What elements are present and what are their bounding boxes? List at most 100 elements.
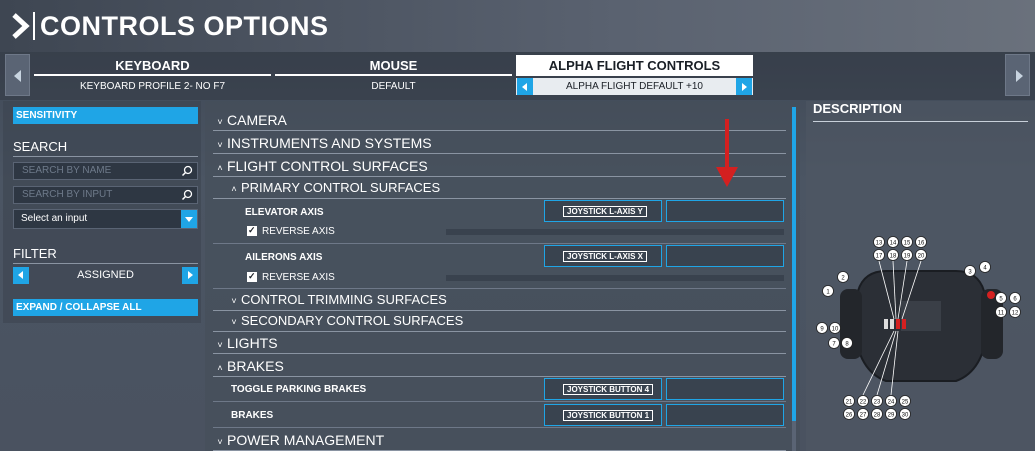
filter-prev-button[interactable] [13, 267, 29, 284]
subcategory-trimming[interactable]: ˅ CONTROL TRIMMING SURFACES [213, 289, 786, 311]
page-header: CONTROLS OPTIONS [0, 0, 1035, 52]
binding-row-elevator: ELEVATOR AXIS JOYSTICK L-AXIS Y ✓ REVERS… [213, 199, 786, 244]
list-scroll-track[interactable] [792, 421, 796, 451]
category-label: FLIGHT CONTROL SURFACES [227, 158, 428, 174]
callout-number: 10 [832, 327, 839, 333]
list-scrollbar[interactable] [792, 107, 796, 421]
select-input-dropdown[interactable]: Select an input [13, 209, 198, 229]
category-lights[interactable]: ˅ LIGHTS [213, 332, 786, 354]
binding-slot-primary[interactable]: JOYSTICK L-AXIS Y [544, 200, 662, 222]
back-chevron-icon[interactable] [10, 12, 32, 40]
left-panel: SENSITIVITY SEARCH SEARCH BY NAME SEARCH… [3, 101, 201, 323]
description-divider [813, 121, 1028, 122]
subcategory-primary[interactable]: ˄ PRIMARY CONTROL SURFACES [213, 177, 786, 199]
page-title: CONTROLS OPTIONS [40, 11, 329, 41]
binding-label: ELEVATOR AXIS [245, 207, 324, 218]
tab-keyboard-profile: KEYBOARD PROFILE 2- NO F7 [79, 81, 226, 92]
binding-row-ailerons: AILERONS AXIS JOYSTICK L-AXIS X ✓ REVERS… [213, 244, 786, 289]
callout-number: 15 [904, 241, 911, 247]
chevron-up-icon: ˄ [217, 163, 223, 173]
binding-slot-secondary[interactable] [666, 200, 784, 222]
device-prev-button[interactable] [5, 54, 30, 96]
subcategory-label: PRIMARY CONTROL SURFACES [241, 180, 441, 195]
tab-mouse[interactable]: MOUSE DEFAULT [275, 55, 512, 95]
binding-slot-primary[interactable]: JOYSTICK L-AXIS X [544, 245, 662, 267]
chevron-right-icon [742, 83, 747, 91]
category-camera[interactable]: ˅ CAMERA [213, 109, 786, 131]
select-input-value: Select an input [21, 213, 88, 224]
chevron-left-icon [522, 83, 527, 91]
callout-number: 29 [888, 413, 895, 419]
chevron-down-icon: ˅ [217, 117, 223, 127]
binding-label: BRAKES [231, 410, 274, 421]
reverse-axis-checkbox[interactable]: ✓ [247, 225, 257, 236]
subcategory-label: CONTROL TRIMMING SURFACES [241, 292, 447, 307]
subcategory-secondary[interactable]: ˅ SECONDARY CONTROL SURFACES [213, 310, 786, 332]
callout-number: 27 [860, 413, 867, 419]
input-tag: JOYSTICK BUTTON 4 [563, 384, 654, 395]
search-icon [181, 165, 193, 177]
category-instruments[interactable]: ˅ INSTRUMENTS AND SYSTEMS [213, 132, 786, 154]
profile-next-button[interactable] [736, 78, 752, 95]
binding-label: TOGGLE PARKING BRAKES [231, 384, 367, 395]
binding-slot-primary[interactable]: JOYSTICK BUTTON 4 [544, 378, 662, 400]
chevron-right-icon [1016, 70, 1023, 82]
category-brakes[interactable]: ˄ BRAKES [213, 355, 786, 377]
device-next-button[interactable] [1005, 54, 1030, 96]
description-title: DESCRIPTION [813, 101, 902, 116]
input-tag: JOYSTICK L-AXIS X [563, 251, 648, 262]
callout-number: 20 [918, 254, 925, 260]
search-title: SEARCH [13, 139, 68, 154]
filter-title: FILTER [13, 246, 57, 261]
bindings-list: ˅ CAMERA ˅ INSTRUMENTS AND SYSTEMS ˄ FLIGHT… [205, 101, 800, 451]
tab-alpha-flight-controls[interactable]: ALPHA FLIGHT CONTROLS ALPHA FLIGHT DEFAU… [516, 55, 753, 95]
expand-collapse-all-button[interactable]: EXPAND / COLLAPSE ALL [13, 299, 198, 316]
callout-number: 11 [998, 311, 1005, 317]
yoke-red-button [987, 291, 995, 299]
filter-divider [13, 263, 198, 264]
callout-number: 22 [860, 400, 867, 406]
binding-slot-secondary[interactable] [666, 245, 784, 267]
binding-slot-secondary[interactable] [666, 378, 784, 400]
chevron-down-icon: ˅ [231, 296, 237, 306]
filter-selector: ASSIGNED [13, 267, 198, 284]
callout-number: 19 [904, 254, 911, 260]
category-flight-control-surfaces[interactable]: ˄ FLIGHT CONTROL SURFACES [213, 155, 786, 177]
filter-next-button[interactable] [182, 267, 198, 284]
reverse-axis-label: REVERSE AXIS [262, 226, 335, 237]
tab-keyboard[interactable]: KEYBOARD KEYBOARD PROFILE 2- NO F7 [34, 55, 271, 95]
search-by-input-placeholder: SEARCH BY INPUT [22, 189, 113, 200]
callout-number: 21 [846, 400, 853, 406]
checkmark-icon: ✓ [248, 271, 256, 281]
yoke-diagram: 12345 67 89 1011 1213 14 15 1617 18 19 2021 22 23 24 2… [816, 236, 1021, 420]
callout-number: 14 [890, 241, 897, 247]
category-label: LIGHTS [227, 335, 278, 351]
binding-label: AILERONS AXIS [245, 252, 323, 263]
description-panel: DESCRIPTION 1 2 3 4 5 6 7 8 9 10 11 12 13 14 15 16 17 18 1… [806, 101, 1035, 451]
filter-value: ASSIGNED [77, 269, 134, 281]
category-power-management[interactable]: ˅ POWER MANAGEMENT [213, 429, 786, 451]
callout-number: 26 [846, 413, 853, 419]
chevron-down-icon: ˅ [217, 437, 223, 447]
chevron-down-icon: ˅ [217, 340, 223, 350]
search-by-input-input[interactable]: SEARCH BY INPUT [13, 186, 198, 204]
tab-mouse-name: MOUSE [275, 55, 512, 76]
chevron-left-icon [14, 70, 21, 82]
callout-number: 12 [1012, 311, 1019, 317]
sensitivity-button[interactable]: SENSITIVITY [13, 107, 198, 124]
binding-slot-secondary[interactable] [666, 404, 784, 426]
header-divider [33, 12, 35, 40]
callout-number: 24 [888, 400, 895, 406]
binding-slot-primary[interactable]: JOYSTICK BUTTON 1 [544, 404, 662, 426]
yoke-switch-4 [902, 319, 906, 329]
search-by-name-input[interactable]: SEARCH BY NAME [13, 162, 198, 180]
search-icon [181, 189, 193, 201]
callout-number: 17 [876, 254, 883, 260]
reverse-axis-checkbox[interactable]: ✓ [247, 271, 257, 282]
yoke-handle-left [840, 289, 862, 359]
checkmark-icon: ✓ [248, 225, 256, 235]
profile-prev-button[interactable] [517, 78, 533, 95]
search-by-name-placeholder: SEARCH BY NAME [22, 165, 112, 176]
callout-number: 30 [902, 413, 909, 419]
category-label: INSTRUMENTS AND SYSTEMS [227, 135, 432, 151]
